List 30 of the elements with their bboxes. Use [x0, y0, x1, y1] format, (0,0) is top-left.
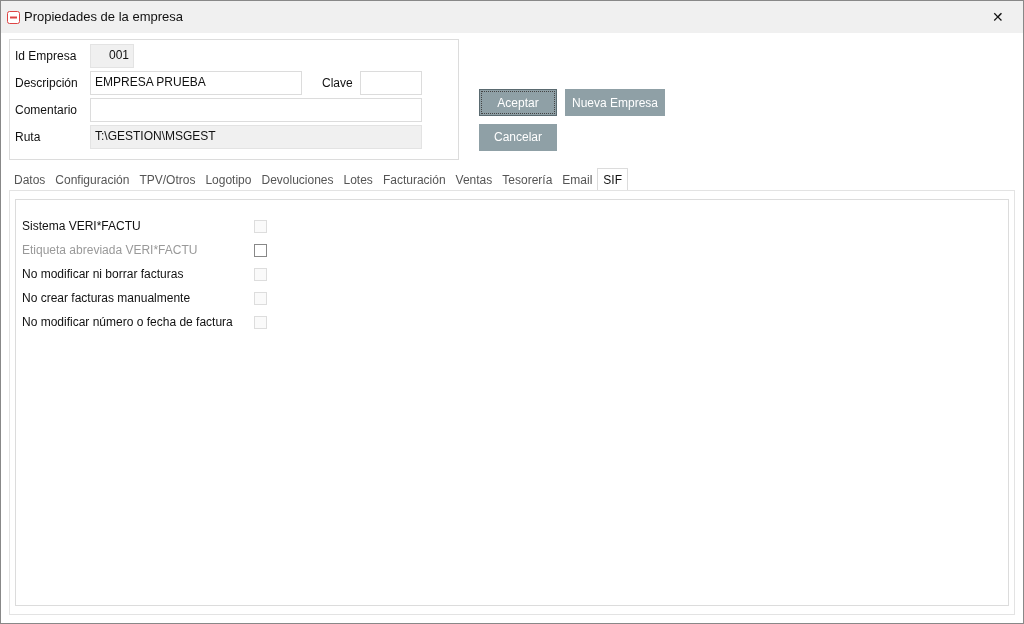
option-label: No modificar número o fecha de factura — [22, 314, 234, 331]
text-field[interactable] — [360, 71, 422, 95]
field-label: Descripción — [15, 75, 79, 92]
tab[interactable]: Devoluciones — [256, 170, 339, 190]
tab[interactable]: Tesorería — [497, 170, 558, 190]
tab[interactable]: Facturación — [377, 170, 451, 190]
close-button[interactable]: ✕ — [983, 5, 1013, 29]
field-label: Clave — [322, 75, 354, 92]
tab[interactable]: Email — [557, 170, 598, 190]
window-title: Propiedades de la empresa — [24, 8, 183, 27]
option-label: No modificar ni borrar facturas — [22, 266, 185, 283]
option-label: No crear facturas manualmente — [22, 290, 192, 307]
tab[interactable]: Lotes — [338, 170, 378, 190]
tab[interactable]: TPV/Otros — [134, 170, 201, 190]
app-icon — [7, 10, 20, 24]
field-label: Comentario — [15, 102, 79, 119]
option-label: Etiqueta abreviada VERI*FACTU — [22, 242, 199, 259]
field-label: Ruta — [15, 129, 42, 146]
text-field[interactable]: T:\GESTION\MSGEST — [90, 125, 422, 149]
tab[interactable]: Logotipo — [200, 170, 257, 190]
checkbox[interactable] — [254, 243, 267, 257]
tab[interactable]: Ventas — [450, 170, 498, 190]
text-field[interactable] — [90, 98, 422, 122]
text-field[interactable]: 001 — [90, 44, 134, 68]
option-label: Sistema VERI*FACTU — [22, 218, 142, 235]
tab[interactable]: Datos — [9, 170, 51, 190]
field-label: Id Empresa — [15, 48, 78, 65]
tab[interactable]: SIF — [597, 168, 628, 190]
text-field[interactable]: EMPRESA PRUEBA — [90, 71, 302, 95]
tab[interactable]: Configuración — [50, 170, 135, 190]
